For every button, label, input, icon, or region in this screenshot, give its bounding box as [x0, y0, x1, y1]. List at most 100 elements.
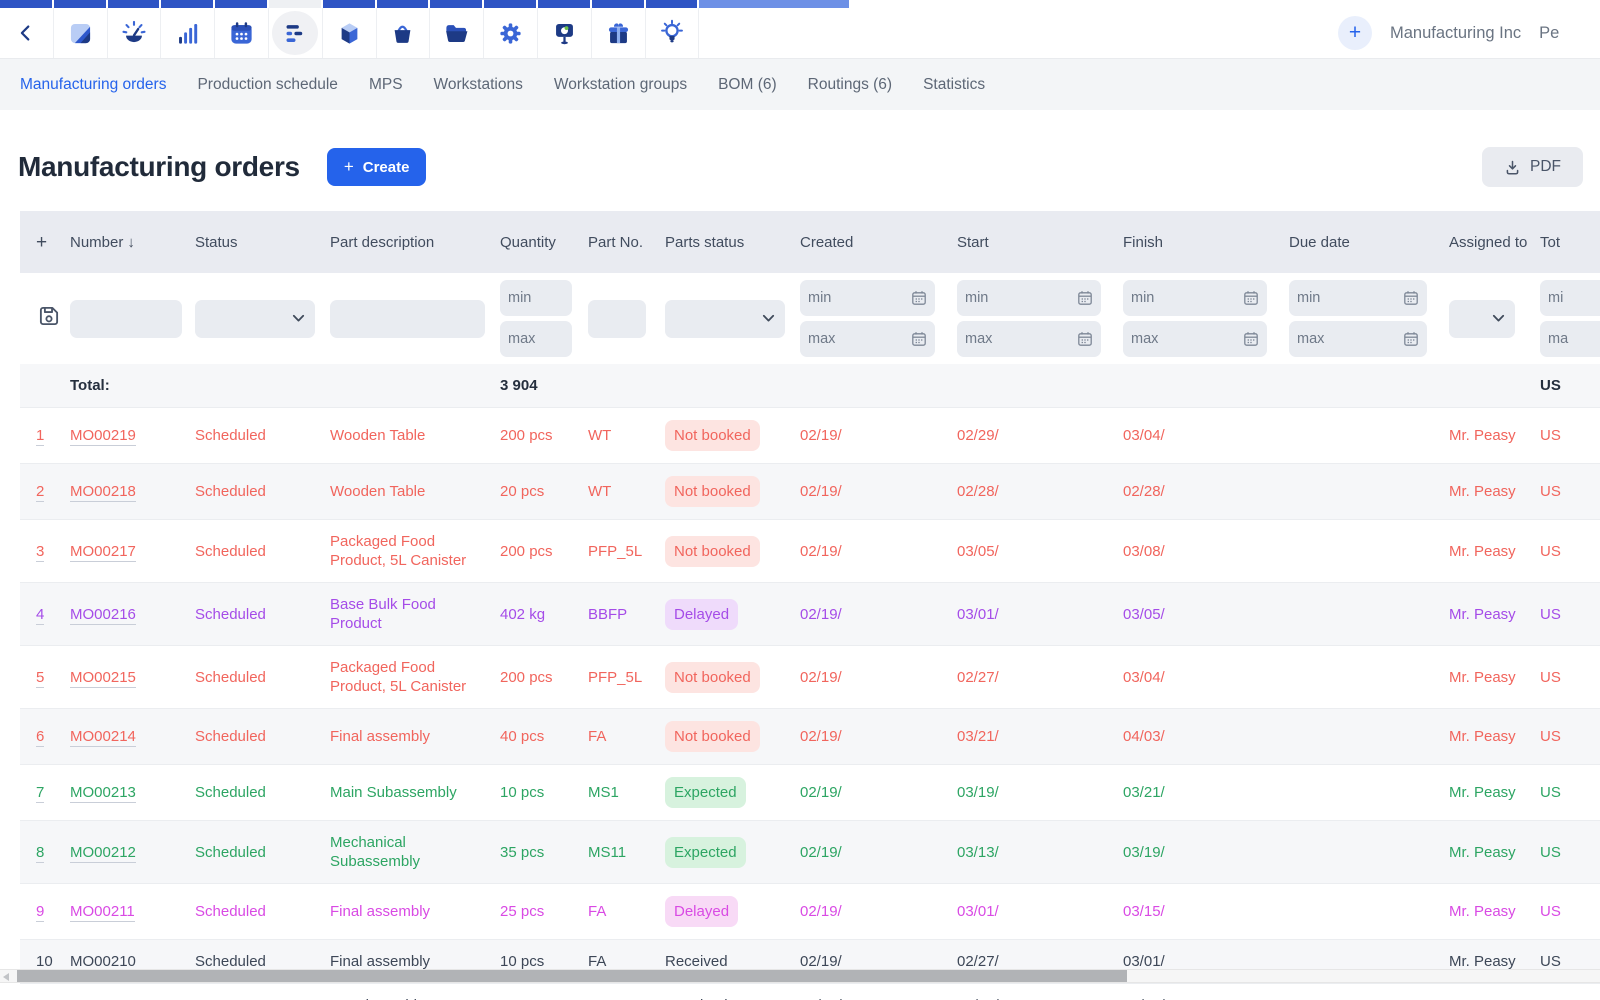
table-row[interactable]: 9 MO00211 Scheduled Final assembly 25 pc… [20, 884, 1600, 940]
row-index-link[interactable]: 7 [36, 784, 44, 803]
sort-descending-icon[interactable]: ↓ [127, 234, 135, 251]
table-row[interactable]: 8 MO00212 Scheduled Mechanical Subassemb… [20, 821, 1600, 884]
filter-number-input[interactable] [70, 300, 182, 338]
gauge-dashboard-icon[interactable] [108, 8, 162, 58]
order-number-link[interactable]: MO00214 [70, 728, 136, 747]
filter-total-min-input[interactable] [1548, 280, 1600, 316]
row-index-link[interactable]: 9 [36, 903, 44, 922]
column-header-part_no[interactable]: Part No. [588, 233, 665, 252]
column-header-plus[interactable]: + [20, 233, 70, 252]
gift-icon[interactable] [592, 8, 646, 58]
column-header-due_date[interactable]: Due date [1289, 233, 1449, 252]
filter-created-min-date[interactable] [808, 280, 911, 316]
nav-tab-production-schedule[interactable]: Production schedule [197, 76, 337, 94]
filter-status-select[interactable] [195, 300, 315, 338]
nav-tab-workstation-groups[interactable]: Workstation groups [554, 76, 687, 94]
total-label: Total: [70, 376, 195, 395]
finish-cell: 04/03/ [1123, 727, 1289, 746]
strip-seg [430, 0, 484, 8]
column-header-part_description[interactable]: Part description [330, 233, 500, 252]
document-icon[interactable] [54, 8, 108, 58]
filter-part_no-input[interactable] [588, 300, 646, 338]
column-header-finish[interactable]: Finish [1123, 233, 1289, 252]
order-number-link[interactable]: MO00211 [70, 903, 135, 922]
basket-procurement-icon[interactable] [377, 8, 431, 58]
filter-due_date-max-date[interactable] [1297, 321, 1403, 357]
column-header-total[interactable]: Tot [1540, 233, 1600, 252]
table-row[interactable]: 7 MO00213 Scheduled Main Subassembly 10 … [20, 765, 1600, 821]
row-index-link[interactable]: 6 [36, 728, 44, 747]
created-cell: 02/19/ [800, 996, 957, 1000]
nav-tab-manufacturing-orders[interactable]: Manufacturing orders [20, 76, 166, 94]
nav-tab-routings-6[interactable]: Routings (6) [808, 76, 892, 94]
filter-quantity-max-input[interactable] [508, 321, 564, 357]
table-row[interactable]: 4 MO00216 Scheduled Base Bulk Food Produ… [20, 583, 1600, 646]
row-index-link[interactable]: 8 [36, 844, 44, 863]
row-index-link[interactable]: 2 [36, 483, 44, 502]
order-number-link[interactable]: MO00213 [70, 784, 136, 803]
filter-part_description-input[interactable] [330, 300, 485, 338]
table-row[interactable]: 11 MO00209 Done Wooden Table 200 pcs WT … [20, 984, 1600, 1000]
add-company-button[interactable]: + [1338, 16, 1372, 50]
presentation-board-icon[interactable] [538, 8, 592, 58]
column-header-start[interactable]: Start [957, 233, 1123, 252]
company-name[interactable]: Manufacturing Inc [1390, 24, 1521, 43]
horizontal-scrollbar[interactable] [0, 969, 1600, 983]
table-row[interactable]: 6 MO00214 Scheduled Final assembly 40 pc… [20, 709, 1600, 765]
create-button[interactable]: + Create [327, 148, 427, 186]
column-header-assigned_to[interactable]: Assigned to [1449, 233, 1540, 252]
order-number-link[interactable]: MO00218 [70, 483, 136, 502]
column-header-created[interactable]: Created [800, 233, 957, 252]
column-header-quantity[interactable]: Quantity [500, 233, 588, 252]
nav-tab-mps[interactable]: MPS [369, 76, 403, 94]
row-index-link[interactable]: 5 [36, 669, 44, 688]
cube-stock-icon[interactable] [323, 8, 377, 58]
table-row[interactable]: 5 MO00215 Scheduled Packaged Food Produc… [20, 646, 1600, 709]
filter-parts_status-select[interactable] [665, 300, 785, 338]
order-number-link[interactable]: MO00212 [70, 844, 136, 863]
filter-start-min-date[interactable] [965, 280, 1077, 316]
calendar-icon[interactable] [215, 8, 269, 58]
column-header-status[interactable]: Status [195, 233, 330, 252]
table-row[interactable]: 3 MO00217 Scheduled Packaged Food Produc… [20, 520, 1600, 583]
start-cell: 02/28/ [957, 482, 1123, 501]
strip-seg-light [699, 0, 851, 8]
order-number-link[interactable]: MO00216 [70, 606, 136, 625]
strip-seg [323, 0, 377, 8]
filter-assigned_to-select[interactable] [1449, 300, 1515, 338]
row-index-link[interactable]: 1 [36, 427, 44, 446]
bar-chart-icon[interactable] [161, 8, 215, 58]
gear-settings-icon[interactable] [484, 8, 538, 58]
table-row[interactable]: 2 MO00218 Scheduled Wooden Table 20 pcs … [20, 464, 1600, 520]
column-header-parts_status[interactable]: Parts status [665, 233, 800, 252]
folder-icon[interactable] [430, 8, 484, 58]
filter-finish-min-date[interactable] [1131, 280, 1243, 316]
filter-finish-max-date[interactable] [1131, 321, 1243, 357]
gantt-production-icon[interactable] [269, 8, 323, 58]
pdf-export-button[interactable]: PDF [1482, 147, 1583, 187]
start-cell: 03/13/ [957, 843, 1123, 862]
filter-total-max-input[interactable] [1548, 321, 1600, 357]
order-number-link[interactable]: MO00215 [70, 669, 136, 688]
lightbulb-icon[interactable] [646, 8, 700, 58]
filter-created-max-date[interactable] [808, 321, 911, 357]
user-name-truncated[interactable]: Pe [1539, 24, 1559, 43]
filter-due_date-min-date[interactable] [1297, 280, 1403, 316]
scrollbar-thumb[interactable] [17, 970, 1127, 982]
order-number-link[interactable]: MO00217 [70, 543, 136, 562]
filter-start-max-date[interactable] [965, 321, 1077, 357]
nav-tab-workstations[interactable]: Workstations [434, 76, 523, 94]
save-filter-icon[interactable] [36, 303, 62, 329]
column-header-number[interactable]: Number↓ [70, 233, 195, 252]
start-cell: 02/13/ [957, 996, 1123, 1000]
row-index-link[interactable]: 3 [36, 543, 44, 562]
filter-quantity-min-input[interactable] [508, 280, 564, 316]
part-no-cell: MS11 [588, 843, 665, 862]
row-index-link[interactable]: 4 [36, 606, 44, 625]
order-number-link[interactable]: MO00219 [70, 427, 136, 446]
nav-tab-bom-6[interactable]: BOM (6) [718, 76, 777, 94]
nav-tab-statistics[interactable]: Statistics [923, 76, 985, 94]
table-row[interactable]: 1 MO00219 Scheduled Wooden Table 200 pcs… [20, 408, 1600, 464]
scroll-left-arrow-icon[interactable] [3, 973, 9, 981]
back-chevron-icon[interactable] [0, 8, 54, 58]
